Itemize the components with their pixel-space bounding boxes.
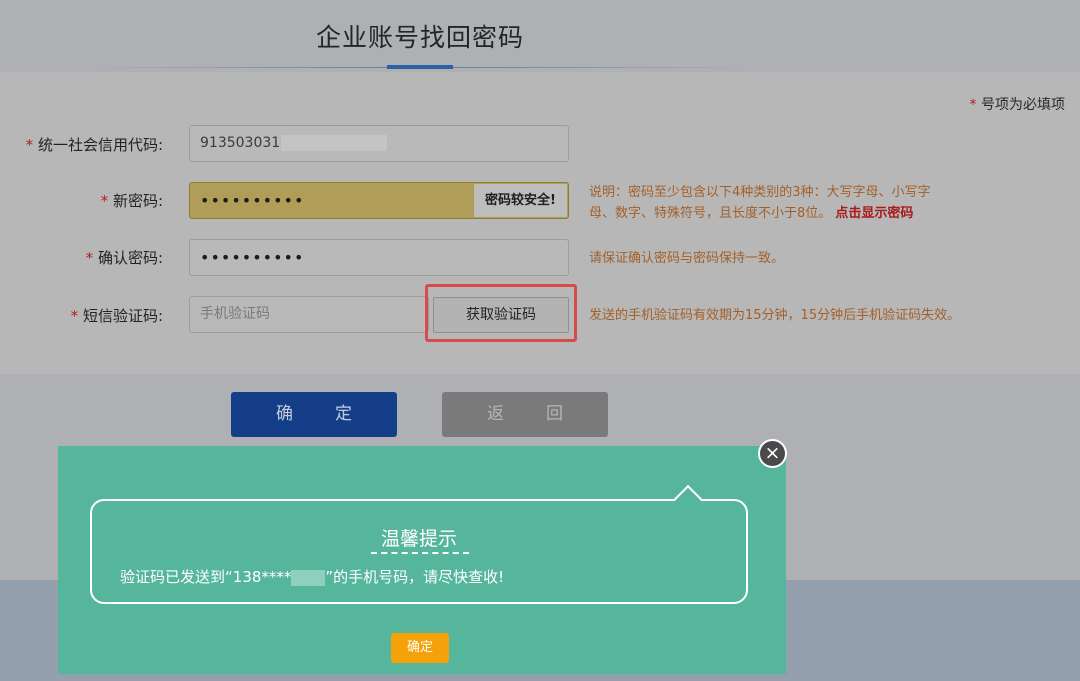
confirm-password-value: •••••••••• (200, 248, 305, 267)
password-strength-indicator: 密码较安全! (474, 184, 567, 217)
close-icon[interactable]: × (758, 439, 787, 468)
required-star: * (70, 307, 83, 325)
required-star: * (100, 192, 113, 210)
credit-code-input[interactable]: 913503031 (189, 125, 569, 162)
password-rule-line-2: 母、数字、特殊符号，且长度不小于8位。 (589, 206, 832, 221)
required-note-text: 号项为必填项 (976, 97, 1065, 113)
required-star: * (85, 249, 98, 267)
confirm-password-hint: 请保证确认密码与密码保持一致。 (589, 251, 785, 266)
required-star: * (25, 136, 38, 154)
required-note: * 号项为必填项 (970, 94, 1065, 114)
bubble-tail (673, 484, 703, 514)
required-star: * (969, 97, 977, 113)
page-title: 企业账号找回密码 (315, 23, 524, 52)
header-accent-bar (387, 65, 453, 69)
sms-code-hint: 发送的手机验证码有效期为15分钟，15分钟后手机验证码失效。 (589, 308, 961, 323)
popup-title: 温馨提示 (380, 528, 457, 550)
sms-code-label-text: 短信验证码: (82, 307, 163, 325)
sms-code-input[interactable]: 手机验证码 (189, 296, 429, 333)
credit-code-value: 913503031 (200, 135, 281, 151)
credit-code-label: * 统一社会信用代码: (0, 134, 163, 155)
popup-ok-button[interactable]: 确定 (391, 633, 449, 663)
popup-message: 验证码已发送到“138**** ”的手机号码，请尽快查收! (120, 566, 504, 587)
new-password-label-text: 新密码: (112, 192, 163, 210)
sms-code-placeholder: 手机验证码 (200, 306, 270, 322)
redacted-mask (281, 135, 388, 151)
confirm-password-label: * 确认密码: (0, 247, 163, 268)
new-password-input[interactable]: •••••••••• 密码较安全! (189, 182, 569, 219)
popup-message-suffix: ”的手机号码，请尽快查收! (325, 568, 505, 586)
new-password-value: •••••••••• (200, 191, 305, 210)
sms-code-label: * 短信验证码: (0, 305, 163, 326)
confirm-password-input[interactable]: •••••••••• (189, 239, 569, 276)
confirm-button[interactable]: 确定 (231, 392, 397, 437)
redacted-mask (291, 569, 326, 586)
password-rule-line-1: 说明：密码至少包含以下4种类别的3种：大写字母、小写字 (589, 185, 931, 200)
show-password-link[interactable]: 点击显示密码 (835, 206, 913, 221)
page-root: 企业账号找回密码 * 号项为必填项 * 统一社会信用代码: 913503031 … (0, 0, 1080, 681)
highlight-box (425, 284, 577, 342)
popup-title-underline (371, 552, 469, 554)
notice-popup: 温馨提示 验证码已发送到“138**** ”的手机号码，请尽快查收! 确定 (58, 446, 786, 674)
confirm-password-label-text: 确认密码: (97, 249, 163, 267)
password-rule-hint: 说明：密码至少包含以下4种类别的3种：大写字母、小写字 母、数字、特殊符号，且长… (589, 182, 931, 224)
credit-code-label-text: 统一社会信用代码: (37, 136, 163, 154)
popup-message-prefix: 验证码已发送到“138**** (120, 568, 292, 586)
back-button[interactable]: 返回 (442, 392, 608, 437)
popup-bubble: 温馨提示 验证码已发送到“138**** ”的手机号码，请尽快查收! (90, 484, 748, 604)
new-password-label: * 新密码: (0, 190, 163, 211)
